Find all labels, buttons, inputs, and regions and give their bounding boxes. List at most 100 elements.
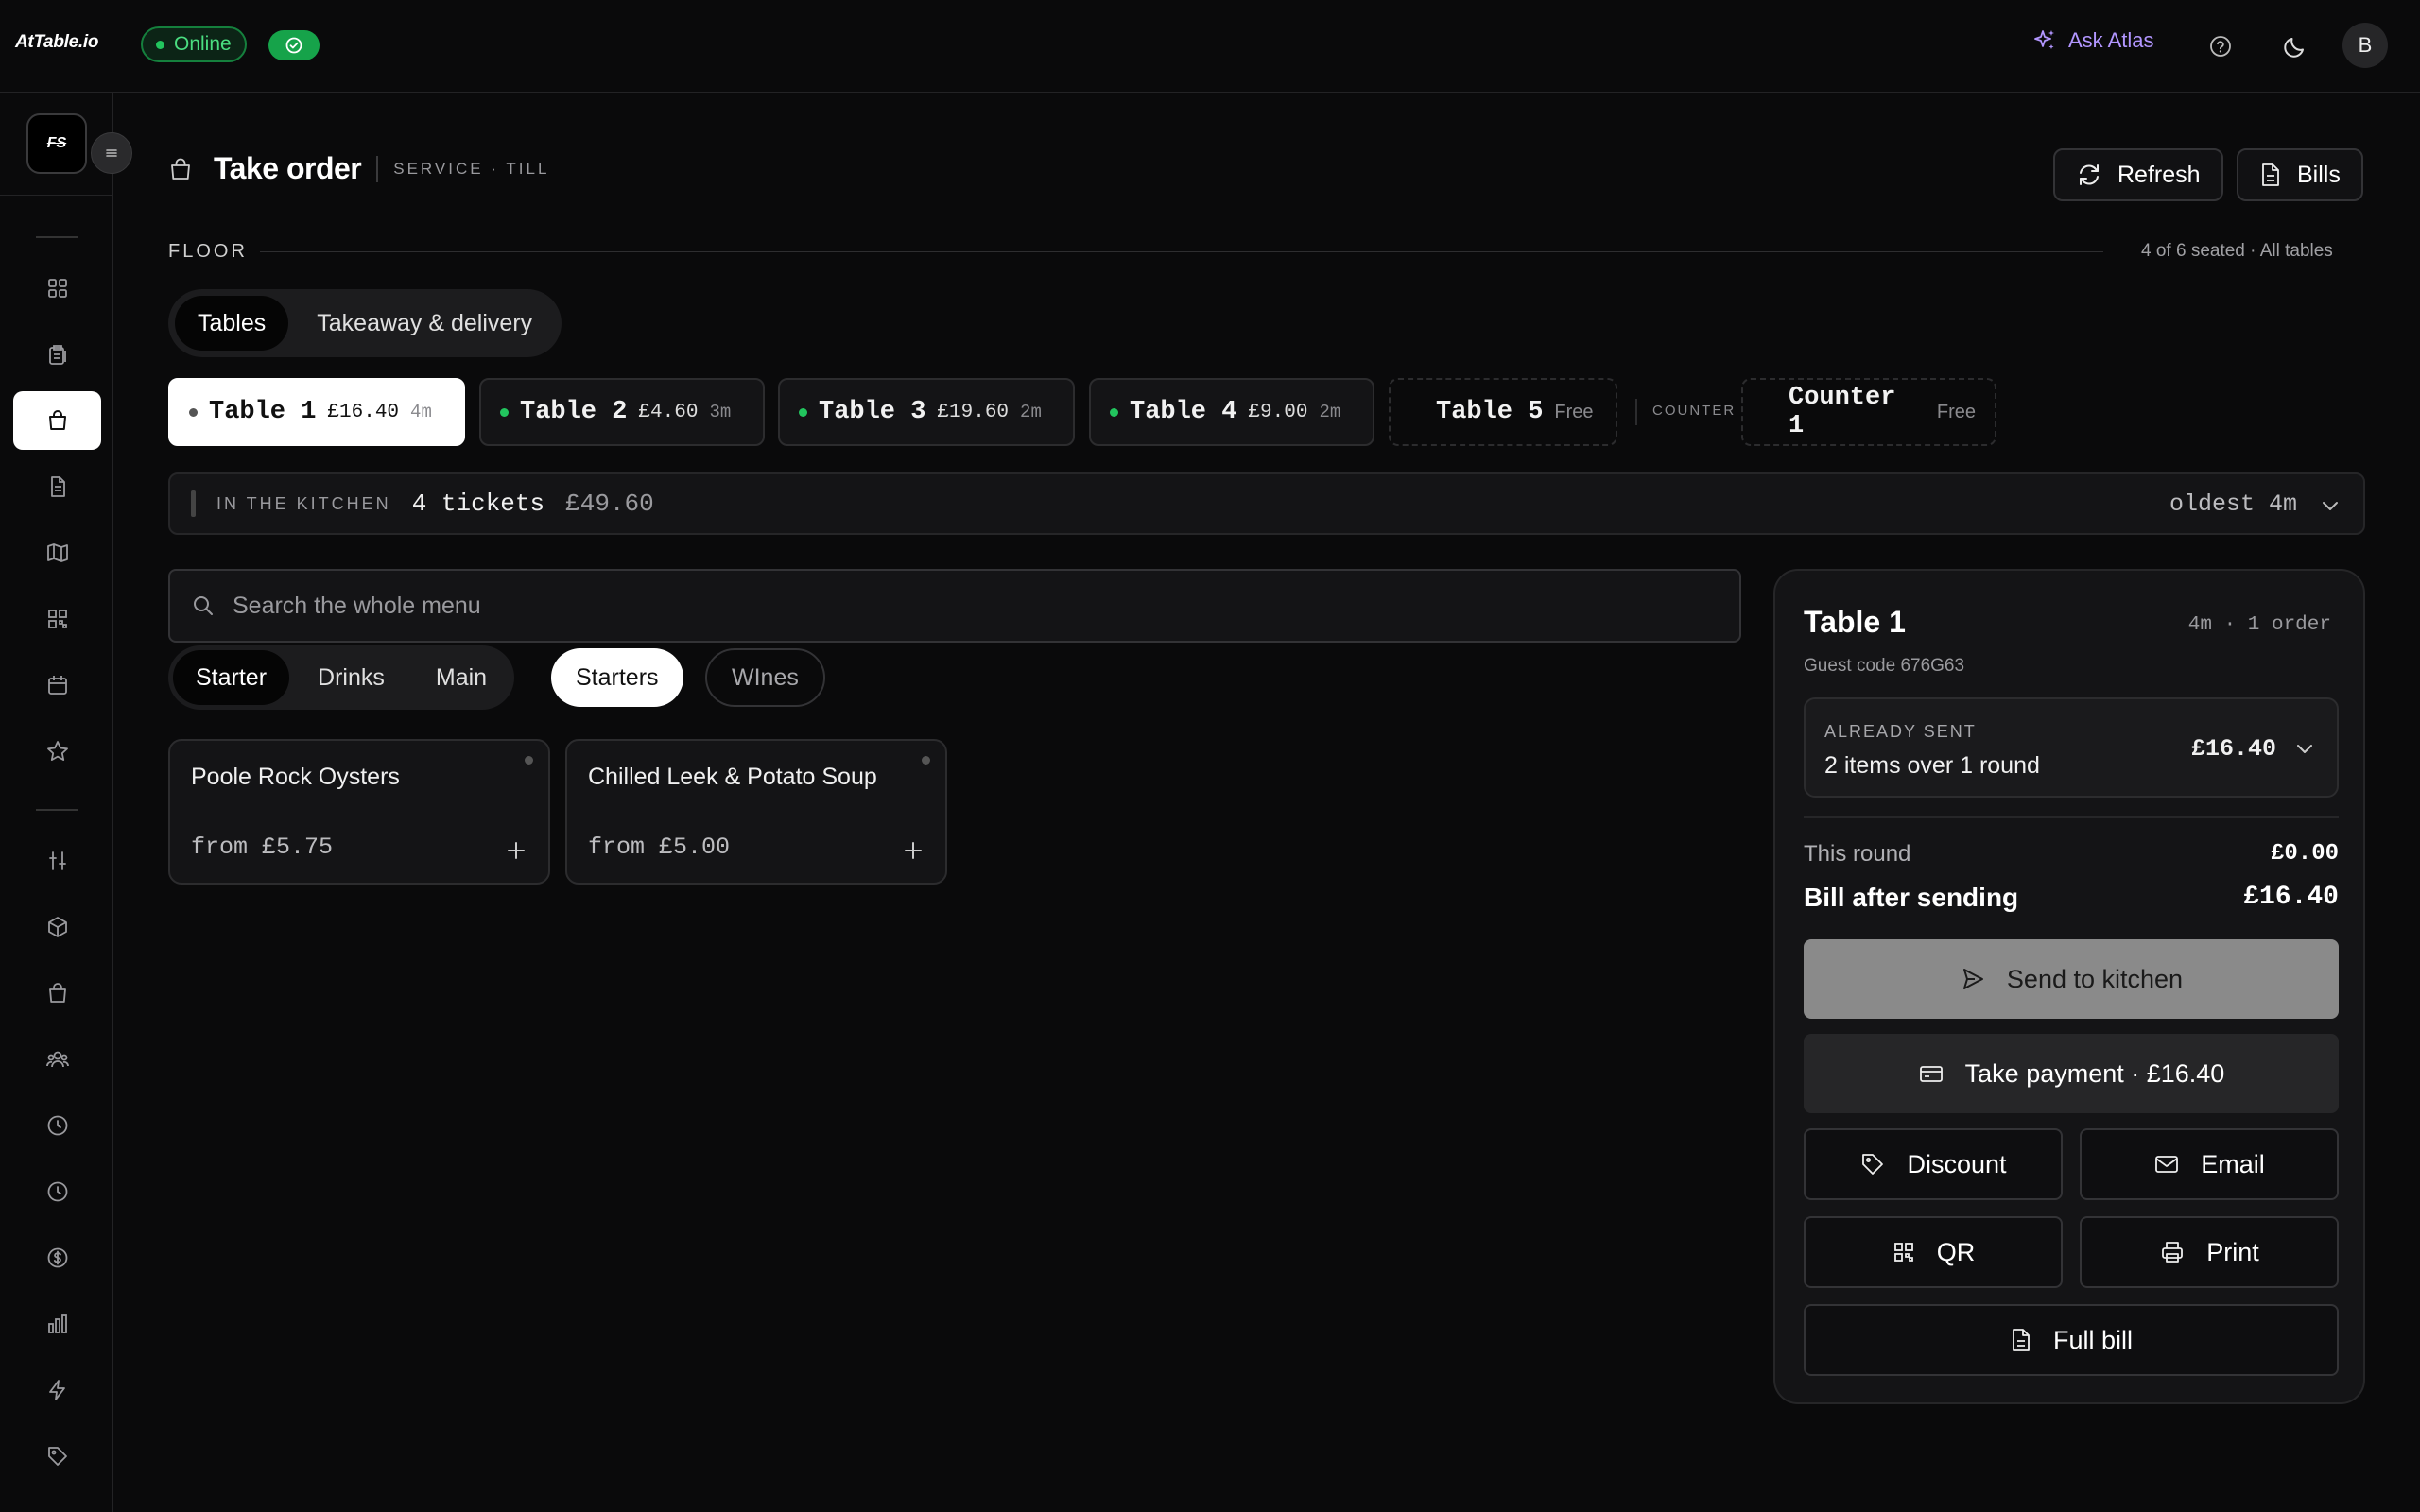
sidebar-item-reports[interactable] — [13, 1295, 101, 1353]
table-age: 3m — [709, 402, 732, 422]
table-button-4[interactable]: Table 4 £9.00 2m — [1089, 378, 1374, 446]
floor-mode-toggle: Tables Takeaway & delivery — [168, 289, 562, 357]
refresh-label: Refresh — [2118, 161, 2201, 188]
bills-button[interactable]: Bills — [2237, 148, 2363, 201]
search-icon — [191, 593, 216, 618]
sidebar-item-shop[interactable] — [13, 964, 101, 1022]
kitchen-ticket-count: 4 tickets — [411, 490, 545, 518]
sidebar-item-orders[interactable] — [13, 325, 101, 384]
dark-mode-moon-icon[interactable] — [2278, 29, 2312, 63]
send-icon — [1960, 966, 1986, 992]
status-dot-icon — [922, 756, 930, 765]
sidebar-divider — [36, 809, 78, 811]
print-button[interactable]: Print — [2080, 1216, 2339, 1288]
grid-icon — [45, 276, 70, 301]
tab-tables[interactable]: Tables — [175, 296, 289, 351]
panel-divider — [1804, 816, 2339, 818]
bill-after-row: Bill after sending £16.40 — [1804, 883, 2339, 913]
order-panel: Table 1 4m · 1 order Guest code 676G63 A… — [1773, 569, 2365, 1404]
qr-label: QR — [1936, 1237, 1976, 1266]
lightning-icon — [45, 1378, 70, 1402]
sidebar-item-adjustments[interactable] — [13, 832, 101, 890]
category-pill-starters[interactable]: Starters — [551, 648, 683, 707]
shopping-bag-icon — [45, 981, 70, 1005]
user-avatar[interactable]: B — [2342, 23, 2388, 68]
search-placeholder: Search the whole menu — [233, 592, 481, 619]
sidebar-item-history[interactable] — [13, 1096, 101, 1155]
qr-code-icon — [45, 607, 70, 631]
discount-button[interactable]: Discount — [1804, 1128, 2063, 1200]
sidebar-item-dashboard[interactable] — [13, 259, 101, 318]
sidebar-item-reviews[interactable] — [13, 722, 101, 781]
menu-item-price: from £5.75 — [191, 833, 334, 861]
already-sent-summary[interactable]: ALREADY SENT 2 items over 1 round £16.40 — [1804, 697, 2339, 798]
file-text-icon — [2259, 162, 2282, 188]
counter-divider — [1635, 399, 1637, 425]
sidebar-item-automations[interactable] — [13, 1361, 101, 1419]
tab-course-drinks[interactable]: Drinks — [295, 650, 407, 705]
table-button-2[interactable]: Table 2 £4.60 3m — [479, 378, 765, 446]
this-round-value: £0.00 — [2270, 841, 2339, 867]
sidebar-item-staff[interactable] — [13, 1030, 101, 1089]
tag-icon — [45, 1444, 70, 1469]
sidebar-item-calendar[interactable] — [13, 656, 101, 714]
status-dot-icon — [1110, 407, 1118, 417]
menu-item-card[interactable]: Chilled Leek & Potato Soup from £5.00 — [565, 739, 947, 885]
this-round-label: This round — [1804, 841, 1911, 867]
table-button-1[interactable]: Table 1 £16.40 4m — [168, 378, 465, 446]
venue-logo[interactable]: FS — [26, 113, 87, 174]
ask-atlas-label: Ask Atlas — [2068, 28, 2154, 52]
tab-course-starter[interactable]: Starter — [173, 650, 290, 705]
sidebar-item-payments[interactable] — [13, 1228, 101, 1287]
plus-icon[interactable] — [505, 839, 527, 862]
bill-after-label: Bill after sending — [1804, 883, 2019, 912]
clipboard-icon — [45, 342, 70, 367]
status-dot-icon — [189, 407, 198, 417]
sidebar-item-inventory[interactable] — [13, 898, 101, 956]
ask-atlas-button[interactable]: Ask Atlas — [2032, 28, 2153, 53]
refresh-button[interactable]: Refresh — [2053, 148, 2223, 201]
menu-item-card[interactable]: Poole Rock Oysters from £5.75 — [168, 739, 550, 885]
menu-search-input[interactable]: Search the whole menu — [168, 569, 1741, 643]
kitchen-status-bar[interactable]: IN THE KITCHEN 4 tickets £49.60 oldest 4… — [168, 472, 2365, 535]
sidebar-item-shifts[interactable] — [13, 1162, 101, 1221]
tab-takeaway-delivery[interactable]: Takeaway & delivery — [294, 296, 555, 351]
status-dot-icon — [525, 756, 533, 765]
app-logo[interactable]: AtTable.io — [15, 32, 98, 53]
email-button[interactable]: Email — [2080, 1128, 2339, 1200]
mail-icon — [2153, 1151, 2180, 1177]
table-amount: £16.40 — [327, 401, 400, 423]
take-payment-label: Take payment · £16.40 — [1964, 1058, 2225, 1088]
sidebar: FS — [0, 93, 113, 1512]
file-text-icon — [2010, 1327, 2032, 1353]
table-age: 2m — [1020, 402, 1042, 422]
counter-button-1[interactable]: Counter 1 Free — [1741, 378, 1996, 446]
table-name: Table 1 — [209, 398, 317, 426]
send-to-kitchen-button[interactable]: Send to kitchen — [1804, 939, 2339, 1019]
tab-course-main[interactable]: Main — [413, 650, 510, 705]
sidebar-item-take-order[interactable] — [13, 391, 101, 450]
sidebar-item-promotions[interactable] — [13, 1427, 101, 1486]
table-button-3[interactable]: Table 3 £19.60 2m — [778, 378, 1075, 446]
help-icon[interactable] — [2204, 29, 2238, 63]
table-name: Table 2 — [520, 398, 628, 426]
plus-icon[interactable] — [902, 839, 925, 862]
table-button-5[interactable]: Table 5 Free — [1389, 378, 1617, 446]
sidebar-item-floor-map[interactable] — [13, 524, 101, 582]
sidebar-item-documents[interactable] — [13, 457, 101, 516]
menu-item-name: Chilled Leek & Potato Soup — [588, 764, 877, 790]
sidebar-collapse-button[interactable] — [91, 132, 132, 174]
clock-icon — [45, 1179, 70, 1204]
sparkle-icon — [2032, 28, 2057, 53]
table-amount: £9.00 — [1248, 401, 1308, 423]
table-name: Table 4 — [1130, 398, 1237, 426]
floor-section-label: FLOOR — [168, 241, 248, 262]
full-bill-button[interactable]: Full bill — [1804, 1304, 2339, 1376]
sync-status-badge — [268, 30, 320, 60]
take-payment-button[interactable]: Take payment · £16.40 — [1804, 1034, 2339, 1113]
full-bill-label: Full bill — [2052, 1325, 2134, 1354]
sidebar-item-qr-codes[interactable] — [13, 590, 101, 648]
category-pill-wines[interactable]: WInes — [705, 648, 825, 707]
qr-button[interactable]: QR — [1804, 1216, 2063, 1288]
title-divider — [376, 155, 379, 182]
